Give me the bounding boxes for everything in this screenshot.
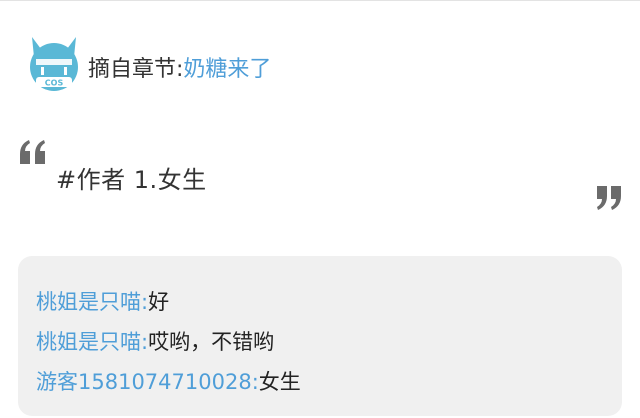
top-divider: [0, 0, 640, 1]
comment-item: 桃姐是只喵:好: [36, 282, 622, 322]
comment-item: 桃姐是只喵:哎哟，不错哟: [36, 322, 622, 362]
comment-text: 好: [148, 290, 170, 314]
quote-close-icon: [597, 186, 621, 210]
quote-text: #作者 1.女生: [56, 166, 207, 194]
chapter-title-link[interactable]: 奶糖来了: [183, 51, 271, 83]
chapter-prefix-label: 摘自章节:: [88, 57, 184, 82]
comment-text: 哎哟，不错哟: [148, 330, 275, 354]
comment-username[interactable]: 桃姐是只喵:: [36, 290, 148, 314]
page: COS 摘自章节: 奶糖来了 #作者 1.女生 桃姐是只喵:好 桃姐是只喵:哎哟…: [0, 0, 640, 418]
quote-open-icon: [20, 140, 45, 164]
chapter-header: COS 摘自章节: 奶糖来了: [26, 28, 271, 100]
cat-cos-avatar-icon[interactable]: COS: [26, 33, 82, 95]
avatar-logo-text: COS: [45, 79, 64, 88]
comment-list: 桃姐是只喵:好 桃姐是只喵:哎哟，不错哟 游客1581074710028:女生: [18, 256, 622, 416]
comment-username[interactable]: 桃姐是只喵:: [36, 330, 148, 354]
comment-item: 游客1581074710028:女生: [36, 362, 622, 402]
comment-username[interactable]: 游客1581074710028:: [36, 370, 259, 394]
comment-text: 女生: [258, 370, 301, 394]
